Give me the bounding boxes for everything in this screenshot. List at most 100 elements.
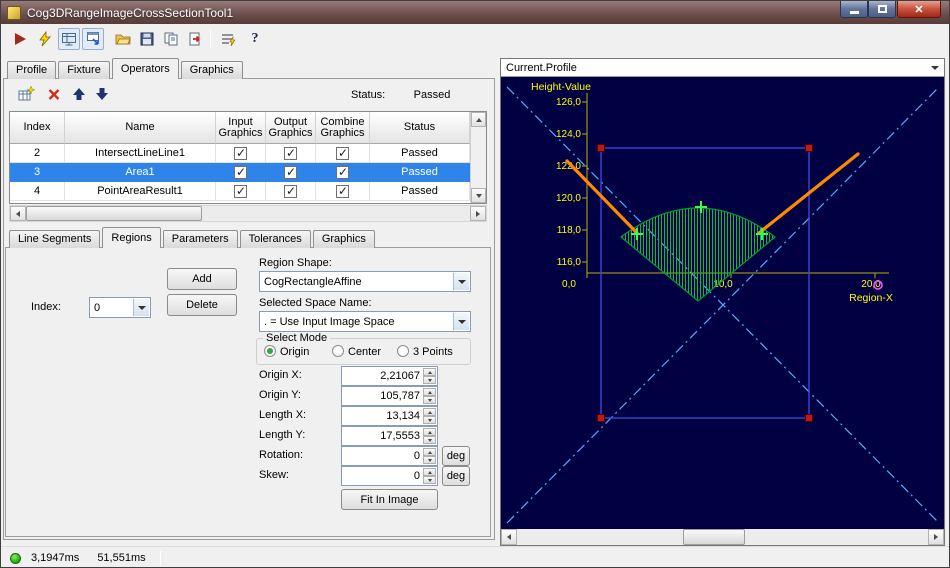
tab-regions[interactable]: Regions: [102, 227, 161, 248]
spinner[interactable]: [423, 388, 436, 404]
spinner-down[interactable]: [423, 436, 436, 444]
scrollbar-thumb[interactable]: [683, 529, 745, 545]
spinner-up[interactable]: [423, 448, 436, 456]
run-continuous-button[interactable]: [34, 28, 56, 50]
mode-center-radio[interactable]: Center: [332, 345, 381, 358]
minimize-button[interactable]: [840, 1, 868, 18]
move-down-button[interactable]: [91, 83, 113, 105]
input-graphics-checkbox[interactable]: [234, 146, 247, 160]
origin-y-input[interactable]: 105,787: [341, 386, 438, 406]
table-row[interactable]: 4 PointAreaResult1 Passed: [10, 182, 486, 201]
spinner-up[interactable]: [423, 368, 436, 376]
rotation-input[interactable]: 0: [341, 446, 438, 466]
operators-table[interactable]: Index Name Input Graphics Output Graphic…: [9, 111, 487, 204]
input-graphics-checkbox[interactable]: [234, 165, 247, 179]
length-y-input[interactable]: 17,5553: [341, 426, 438, 446]
spinner[interactable]: [423, 448, 436, 464]
output-graphics-checkbox[interactable]: [284, 184, 297, 198]
copy-results-button[interactable]: [160, 28, 182, 50]
combine-graphics-checkbox[interactable]: [336, 165, 349, 179]
title-bar[interactable]: Cog3DRangeImageCrossSectionTool1: [1, 1, 949, 24]
tab-operators[interactable]: Operators: [111, 58, 179, 79]
index-dropdown[interactable]: 0: [89, 297, 151, 318]
tab-graphics[interactable]: Graphics: [180, 61, 243, 79]
profile-chart[interactable]: Height-Value 126,0 124,0 122,0 120,0 118…: [501, 77, 944, 529]
space-name-dropdown[interactable]: . = Use Input Image Space: [259, 311, 471, 332]
tab-profile[interactable]: Profile: [7, 61, 57, 79]
tab-tolerances[interactable]: Tolerances: [239, 230, 311, 248]
spinner-up[interactable]: [423, 388, 436, 396]
combine-graphics-checkbox[interactable]: [336, 184, 349, 198]
mode-3points-radio[interactable]: 3 Points: [397, 345, 453, 358]
spinner[interactable]: [423, 468, 436, 484]
fit-in-image-button[interactable]: Fit In Image: [341, 489, 438, 510]
scrollbar-thumb[interactable]: [26, 206, 202, 221]
input-graphics-checkbox[interactable]: [234, 184, 247, 198]
skew-unit-button[interactable]: deg: [442, 466, 470, 486]
table-row[interactable]: 3 Area1 Passed: [10, 163, 486, 182]
column-header-output[interactable]: Output Graphics: [266, 112, 316, 144]
tab-graphics-sub[interactable]: Graphics: [312, 230, 375, 248]
spinner-down[interactable]: [423, 376, 436, 384]
run-button[interactable]: [9, 28, 31, 50]
add-operator-button[interactable]: [15, 83, 37, 105]
skew-input[interactable]: 0: [341, 466, 438, 486]
close-button[interactable]: [897, 1, 941, 18]
spinner[interactable]: [423, 368, 436, 384]
spinner-down[interactable]: [423, 476, 436, 484]
spinner-up[interactable]: [423, 408, 436, 416]
scroll-down-button[interactable]: [471, 188, 486, 203]
column-header-name[interactable]: Name: [65, 112, 216, 144]
edit-events-button[interactable]: [217, 28, 239, 50]
scroll-left-button[interactable]: [10, 206, 26, 221]
table-horizontal-scrollbar[interactable]: [9, 205, 487, 222]
delete-region-button[interactable]: Delete: [167, 294, 237, 316]
spinner[interactable]: [423, 408, 436, 424]
spinner-down[interactable]: [423, 456, 436, 464]
add-region-button[interactable]: Add: [167, 268, 237, 290]
spinner-up[interactable]: [423, 468, 436, 476]
move-up-button[interactable]: [68, 83, 90, 105]
column-header-status[interactable]: Status: [370, 112, 470, 144]
table-vertical-scrollbar[interactable]: [470, 112, 486, 203]
combine-graphics-checkbox[interactable]: [336, 146, 349, 160]
scroll-left-button[interactable]: [501, 529, 517, 545]
scroll-up-button[interactable]: [471, 112, 486, 127]
scroll-right-button[interactable]: [470, 206, 486, 221]
scroll-right-button[interactable]: [928, 529, 944, 545]
output-graphics-checkbox[interactable]: [284, 146, 297, 160]
spinner[interactable]: [423, 428, 436, 444]
rotation-unit-button[interactable]: deg: [442, 446, 470, 466]
chart-horizontal-scrollbar[interactable]: [501, 529, 944, 545]
dropdown-arrow[interactable]: [453, 273, 469, 290]
tab-fixture[interactable]: Fixture: [58, 61, 110, 79]
origin-x-input[interactable]: 2,21067: [341, 366, 438, 386]
dropdown-arrow[interactable]: [133, 299, 149, 316]
tab-label: Line Segments: [18, 233, 92, 245]
column-header-combine[interactable]: Combine Graphics: [316, 112, 370, 144]
length-x-input[interactable]: 13,134: [341, 406, 438, 426]
spinner-down[interactable]: [423, 416, 436, 424]
column-header-index[interactable]: Index: [10, 112, 65, 144]
mode-origin-radio[interactable]: Origin: [264, 345, 309, 358]
column-header-input[interactable]: Input Graphics: [216, 112, 266, 144]
maximize-button[interactable]: [868, 1, 896, 18]
region-shape-dropdown[interactable]: CogRectangleAffine: [259, 271, 471, 292]
output-graphics-checkbox[interactable]: [284, 165, 297, 179]
result-display-toggle[interactable]: [58, 28, 80, 50]
save-button[interactable]: [136, 28, 158, 50]
spinner-up[interactable]: [423, 428, 436, 436]
spinner-down[interactable]: [423, 396, 436, 404]
help-button[interactable]: ?: [244, 28, 266, 50]
delete-operator-button[interactable]: [43, 83, 65, 105]
tab-line-segments[interactable]: Line Segments: [9, 230, 101, 248]
table-row[interactable]: 2 IntersectLineLine1 Passed: [10, 144, 486, 163]
tab-parameters[interactable]: Parameters: [162, 230, 238, 248]
field-value: 0: [413, 450, 420, 462]
profile-selector[interactable]: Current.Profile: [501, 59, 944, 77]
dropdown-arrow[interactable]: [453, 313, 469, 330]
radio-icon: [264, 345, 276, 357]
float-display-toggle[interactable]: [82, 28, 104, 50]
import-button[interactable]: [184, 28, 206, 50]
open-button[interactable]: [112, 28, 134, 50]
